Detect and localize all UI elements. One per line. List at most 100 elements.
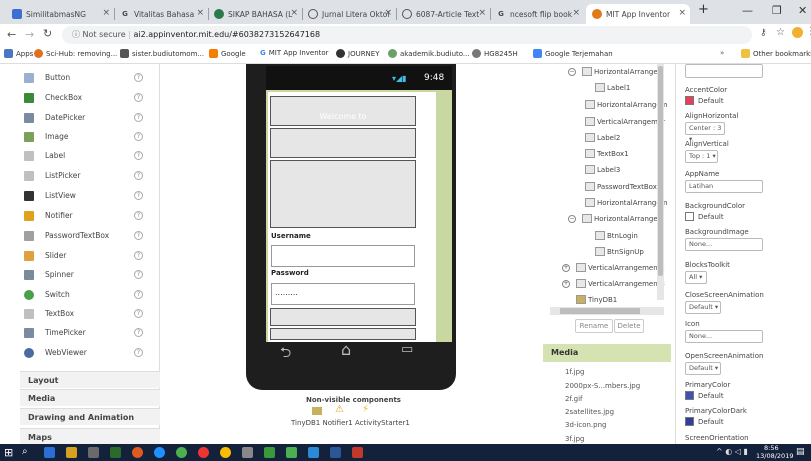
- more-bookmarks-icon[interactable]: »: [720, 49, 724, 57]
- component-tree-item[interactable]: VerticalArrangemer: [585, 117, 665, 126]
- nav-home-icon[interactable]: ⌂: [341, 340, 351, 359]
- bookmark-other[interactable]: Other bookmarks: [741, 49, 811, 58]
- bookmark-journey[interactable]: JOURNEY: [336, 49, 380, 58]
- browser-tab[interactable]: 6087-Article Text ×: [396, 4, 490, 24]
- expand-toggle-icon[interactable]: +: [562, 263, 570, 272]
- taskbar-app-icon[interactable]: [110, 447, 121, 458]
- help-icon[interactable]: ?: [134, 113, 143, 122]
- background-color-swatch[interactable]: [685, 212, 694, 221]
- help-icon[interactable]: ?: [134, 151, 143, 160]
- close-tab-icon[interactable]: ×: [196, 8, 204, 18]
- help-icon[interactable]: ?: [134, 93, 143, 102]
- horizontal-arrangement-block[interactable]: [270, 328, 416, 340]
- palette-category-drawing[interactable]: Drawing and Animation: [20, 408, 160, 425]
- help-icon[interactable]: ?: [134, 231, 143, 240]
- taskbar-app-icon[interactable]: [88, 447, 99, 458]
- close-tab-icon[interactable]: ×: [384, 8, 392, 18]
- palette-category-layout[interactable]: Layout: [20, 371, 160, 388]
- bookmark-mit-app-inventor[interactable]: G MIT App Inventor: [260, 49, 329, 57]
- close-animation-dropdown[interactable]: Default ▾: [685, 301, 721, 314]
- bookmark-hg8245h[interactable]: HG8245H: [472, 49, 518, 58]
- notifier-warning-icon[interactable]: ⚠: [335, 404, 344, 415]
- close-tab-icon[interactable]: ×: [478, 8, 486, 18]
- primary-color-swatch[interactable]: [685, 391, 694, 400]
- android-icon[interactable]: [286, 447, 297, 458]
- word-icon[interactable]: [330, 447, 341, 458]
- palette-item[interactable]: TextBox?: [0, 304, 160, 323]
- delete-button[interactable]: Delete: [614, 319, 644, 333]
- reload-icon[interactable]: ↻: [43, 27, 52, 40]
- primary-dark-color-swatch[interactable]: [685, 417, 694, 426]
- pdf-reader-icon[interactable]: [352, 447, 363, 458]
- collapse-toggle-icon[interactable]: −: [568, 67, 576, 76]
- help-icon[interactable]: ?: [134, 211, 143, 220]
- tinydb-icon[interactable]: [312, 407, 322, 415]
- component-tree-item[interactable]: TinyDB1: [576, 295, 617, 304]
- palette-item[interactable]: Image?: [0, 127, 160, 146]
- horizontal-arrangement-block[interactable]: [270, 128, 416, 158]
- taskbar-app-icon[interactable]: [242, 447, 253, 458]
- browser-tab[interactable]: Jurnal Litera Oktol ×: [302, 4, 396, 24]
- notifications-icon[interactable]: ▤: [796, 447, 805, 457]
- icon-picker[interactable]: None...: [685, 330, 763, 343]
- taskbar-app-icon[interactable]: [44, 447, 55, 458]
- blocks-toolkit-dropdown[interactable]: All ▾: [685, 271, 707, 284]
- close-tab-icon[interactable]: ×: [102, 8, 110, 18]
- component-tree-item[interactable]: HorizontalArrangem: [585, 100, 667, 109]
- browser-tab[interactable]: G ncesoft flip book ×: [490, 4, 584, 24]
- help-icon[interactable]: ?: [134, 191, 143, 200]
- media-file[interactable]: 1f.jpg: [565, 368, 584, 376]
- password-textbox[interactable]: .........: [271, 283, 415, 305]
- close-tab-icon[interactable]: ×: [572, 8, 580, 18]
- background-image-picker[interactable]: None...: [685, 238, 763, 251]
- nonvisible-item[interactable]: TinyDB1: [291, 419, 320, 427]
- chrome-browser-icon[interactable]: [220, 447, 231, 458]
- palette-item[interactable]: PasswordTextBox?: [0, 226, 160, 245]
- palette-item[interactable]: Spinner?: [0, 265, 160, 284]
- activity-starter-icon[interactable]: ⚡: [362, 404, 369, 415]
- help-icon[interactable]: ?: [134, 309, 143, 318]
- component-tree-item[interactable]: + VerticalArrangement3: [562, 279, 665, 288]
- forward-arrow-icon[interactable]: →: [25, 28, 34, 41]
- close-window-button[interactable]: ✕: [798, 4, 807, 17]
- component-tree-item[interactable]: HorizontalArrangem: [585, 198, 667, 207]
- palette-category-maps[interactable]: Maps: [20, 428, 160, 444]
- taskbar-app-icon[interactable]: [308, 447, 319, 458]
- bookmark-apps[interactable]: Apps: [4, 49, 33, 58]
- palette-item[interactable]: Button?: [0, 68, 160, 87]
- component-tree-item[interactable]: BtnLogin: [595, 231, 638, 240]
- title-textarea[interactable]: [685, 64, 763, 78]
- palette-item[interactable]: ListView?: [0, 186, 160, 205]
- help-icon[interactable]: ?: [134, 132, 143, 141]
- media-file[interactable]: 2000px-S...mbers.jpg: [565, 382, 640, 390]
- prop-value[interactable]: Default: [698, 97, 724, 105]
- edge-browser-icon[interactable]: [154, 447, 165, 458]
- accent-color-swatch[interactable]: [685, 96, 694, 105]
- prop-value[interactable]: Default: [698, 213, 724, 221]
- appname-input[interactable]: Latihan: [685, 180, 763, 193]
- align-horizontal-dropdown[interactable]: Center : 3 ▾: [685, 122, 725, 143]
- bookmark-scihub[interactable]: Sci-Hub: removing...: [34, 49, 117, 58]
- taskbar-app-icon[interactable]: [264, 447, 275, 458]
- close-tab-icon[interactable]: ×: [290, 8, 298, 18]
- bookmark-sister[interactable]: sister.budiutomom...: [120, 49, 204, 58]
- collapse-toggle-icon[interactable]: −: [568, 214, 576, 223]
- expand-toggle-icon[interactable]: +: [562, 279, 570, 288]
- component-tree-item[interactable]: − HorizontalArrangem: [568, 67, 664, 76]
- prop-value[interactable]: Default: [698, 418, 724, 426]
- palette-category-media[interactable]: Media: [20, 389, 160, 406]
- horizontal-arrangement-block[interactable]: [270, 96, 416, 126]
- component-tree-item[interactable]: − HorizontalArrangem: [568, 214, 664, 223]
- browser-tab[interactable]: SimilitabmasNG ×: [6, 4, 114, 24]
- info-icon[interactable]: ⓘ: [72, 30, 80, 39]
- align-vertical-dropdown[interactable]: Top : 1 ▾: [685, 150, 718, 163]
- open-animation-dropdown[interactable]: Default ▾: [685, 362, 721, 375]
- browser-tab-active[interactable]: MIT App Inventor ×: [586, 4, 690, 24]
- taskbar-app-icon[interactable]: [176, 447, 187, 458]
- url-bar[interactable]: ⓘ Not secure | ai2.appinventor.mit.edu/#…: [62, 26, 752, 44]
- components-scrollbar[interactable]: [657, 64, 664, 300]
- bookmark-google[interactable]: Google: [209, 49, 246, 58]
- nav-back-icon[interactable]: ⮌: [280, 342, 291, 366]
- component-tree-item[interactable]: Label1: [595, 83, 630, 92]
- component-tree-item[interactable]: + VerticalArrangement2: [562, 263, 665, 272]
